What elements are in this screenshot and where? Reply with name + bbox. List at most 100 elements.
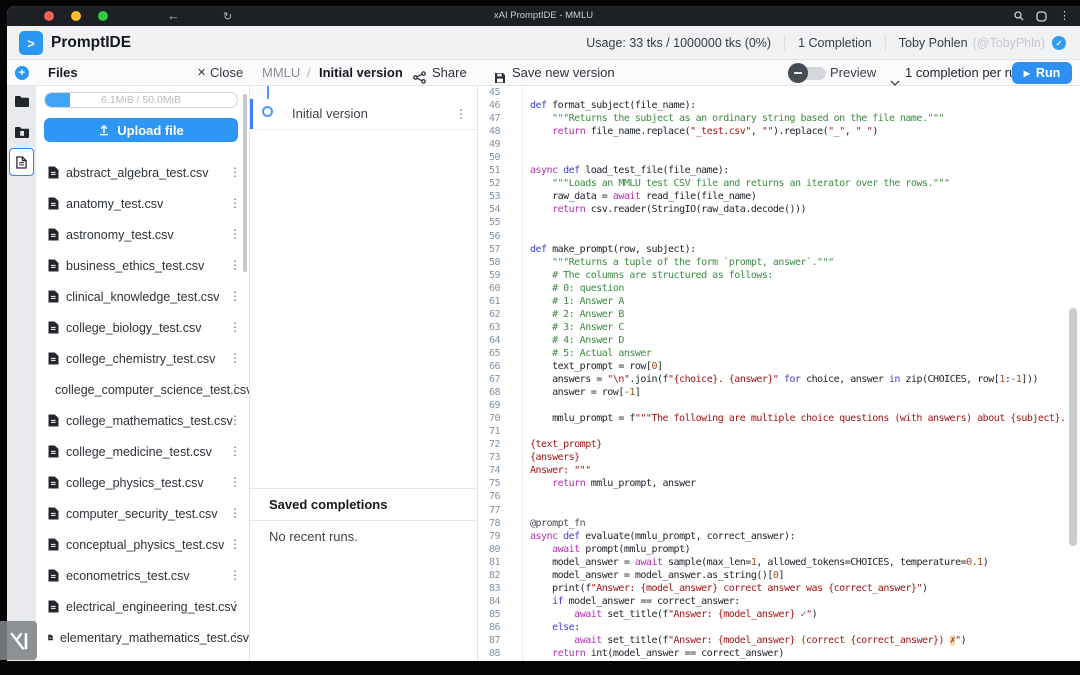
file-menu-icon[interactable]: ⋮ [229,498,241,529]
code-line: 52 """Loads an MMLU test CSV file and re… [478,177,1080,190]
run-button[interactable]: ▶ Run [1012,62,1072,84]
promptide-logo[interactable]: > [19,31,43,55]
file-item[interactable]: conceptual_physics_test.csv⋮ [36,529,249,560]
code-editor[interactable]: 4546def format_subject(file_name):47 """… [478,86,1080,661]
save-new-version-button[interactable]: Save new version [512,60,615,86]
file-name: anatomy_test.csv [66,197,163,211]
completion-count: 1 Completion [798,36,872,50]
line-number: 77 [478,505,514,516]
code-line: 68 answer = row[-1] [478,386,1080,399]
extensions-icon[interactable] [1036,11,1047,22]
share-icon[interactable] [413,67,426,80]
code-line: 65 # 5: Actual answer [478,347,1080,360]
file-icon [48,445,59,458]
version-menu-icon[interactable]: ⋮ [455,99,467,129]
file-item[interactable]: college_physics_test.csv⋮ [36,467,249,498]
code-line: 85 await set_title(f"Answer: {model_answ… [478,608,1080,621]
file-menu-icon[interactable]: ⋮ [229,281,241,312]
folder-icon[interactable] [7,95,36,108]
line-number: 74 [478,465,514,476]
file-item[interactable]: college_biology_test.csv⋮ [36,312,249,343]
chevron-down-icon[interactable] [890,70,900,76]
code-line: 54 return csv.reader(StringIO(raw_data.d… [478,203,1080,216]
editor-scrollbar[interactable] [1069,308,1077,546]
code-line: 73{answers} [478,451,1080,464]
file-menu-icon[interactable]: ⋮ [229,591,241,622]
line-number: 56 [478,231,514,242]
breadcrumb-root[interactable]: MMLU [262,60,300,86]
file-menu-icon[interactable]: ⋮ [229,157,241,188]
code-line: 49 [478,138,1080,151]
file-item[interactable]: formal_logic_test.csv⋮ [36,653,249,661]
file-icon [48,600,59,613]
line-number: 75 [478,478,514,489]
files-tab-selected[interactable] [9,148,34,176]
code-lines: 4546def format_subject(file_name):47 """… [478,86,1080,660]
code-line: 50 [478,151,1080,164]
sidebar-rail [7,86,36,661]
line-number: 53 [478,191,514,202]
save-icon[interactable] [494,67,506,80]
file-item[interactable]: college_computer_science_test.csv⋮ [36,374,249,405]
line-number: 78 [478,518,514,529]
file-menu-icon[interactable]: ⋮ [229,188,241,219]
user-name[interactable]: Toby Pohlen [899,36,968,50]
divider [784,35,785,51]
close-icon[interactable]: ✕ [197,60,206,86]
file-item[interactable]: college_mathematics_test.csv⋮ [36,405,249,436]
file-item[interactable]: anatomy_test.csv ⋮ [36,188,249,219]
file-item[interactable]: college_chemistry_test.csv⋮ [36,343,249,374]
close-files-button[interactable]: Close [210,60,243,86]
file-item[interactable]: college_medicine_test.csv⋮ [36,436,249,467]
share-button[interactable]: Share [432,60,467,86]
file-item[interactable]: econometrics_test.csv ⋮ [36,560,249,591]
search-icon[interactable] [1014,11,1024,21]
file-menu-icon[interactable]: ⋮ [229,374,241,405]
file-item[interactable]: astronomy_test.csv⋮ [36,219,249,250]
completions-per-run-selector[interactable]: 1 completion per run [905,60,1024,86]
file-item[interactable]: clinical_knowledge_test.csv⋮ [36,281,249,312]
code-line: 83 print(f"Answer: {model_answer} correc… [478,582,1080,595]
file-menu-icon[interactable]: ⋮ [229,405,241,436]
preview-label: Preview [830,60,876,86]
files-scrollbar[interactable] [243,94,247,272]
file-menu-icon[interactable]: ⋮ [229,343,241,374]
file-item[interactable]: abstract_algebra_test.csv ⋮ [36,157,249,188]
file-menu-icon[interactable]: ⋮ [229,467,241,498]
add-file-icon[interactable]: + [15,66,29,80]
folder-file-icon[interactable] [7,126,36,139]
usage-status: Usage: 33 tks / 1000000 tks (0%) [586,36,771,50]
upload-file-button[interactable]: Upload file [44,118,238,142]
file-item[interactable]: business_ethics_test.csv⋮ [36,250,249,281]
browser-menu-icon[interactable]: ⋮ [1059,11,1070,22]
file-menu-icon[interactable]: ⋮ [229,250,241,281]
code-line: 55 [478,216,1080,229]
file-icon [48,290,59,303]
file-name: econometrics_test.csv [66,569,190,583]
browser-window: ← ↻ xAI PromptIDE - MMLU ⋮ > PromptIDE U… [7,6,1080,661]
file-menu-icon[interactable]: ⋮ [229,436,241,467]
file-item[interactable]: elementary_mathematics_test.csv⋮ [36,622,249,653]
preview-toggle-knob[interactable] [788,63,808,83]
code-line: 69 [478,399,1080,412]
line-number: 59 [478,270,514,281]
version-item[interactable]: Initial version ⋮ [250,99,477,130]
file-menu-icon[interactable]: ⋮ [229,529,241,560]
file-name: elementary_mathematics_test.csv [60,631,249,645]
code-line: 61 # 1: Answer A [478,295,1080,308]
file-item[interactable]: electrical_engineering_test.csv⋮ [36,591,249,622]
file-name: abstract_algebra_test.csv [66,166,208,180]
file-menu-icon[interactable]: ⋮ [229,312,241,343]
line-number: 71 [478,426,514,437]
file-menu-icon[interactable]: ⋮ [229,219,241,250]
file-icon [48,507,59,520]
file-item[interactable]: computer_security_test.csv⋮ [36,498,249,529]
line-number: 63 [478,322,514,333]
line-number: 55 [478,217,514,228]
code-line: 78@prompt_fn [478,517,1080,530]
file-menu-icon[interactable]: ⋮ [229,622,241,653]
line-number: 72 [478,439,514,450]
code-line: 70 mmlu_prompt = f"""The following are m… [478,412,1080,425]
file-menu-icon[interactable]: ⋮ [229,560,241,591]
file-menu-icon[interactable]: ⋮ [229,653,241,661]
